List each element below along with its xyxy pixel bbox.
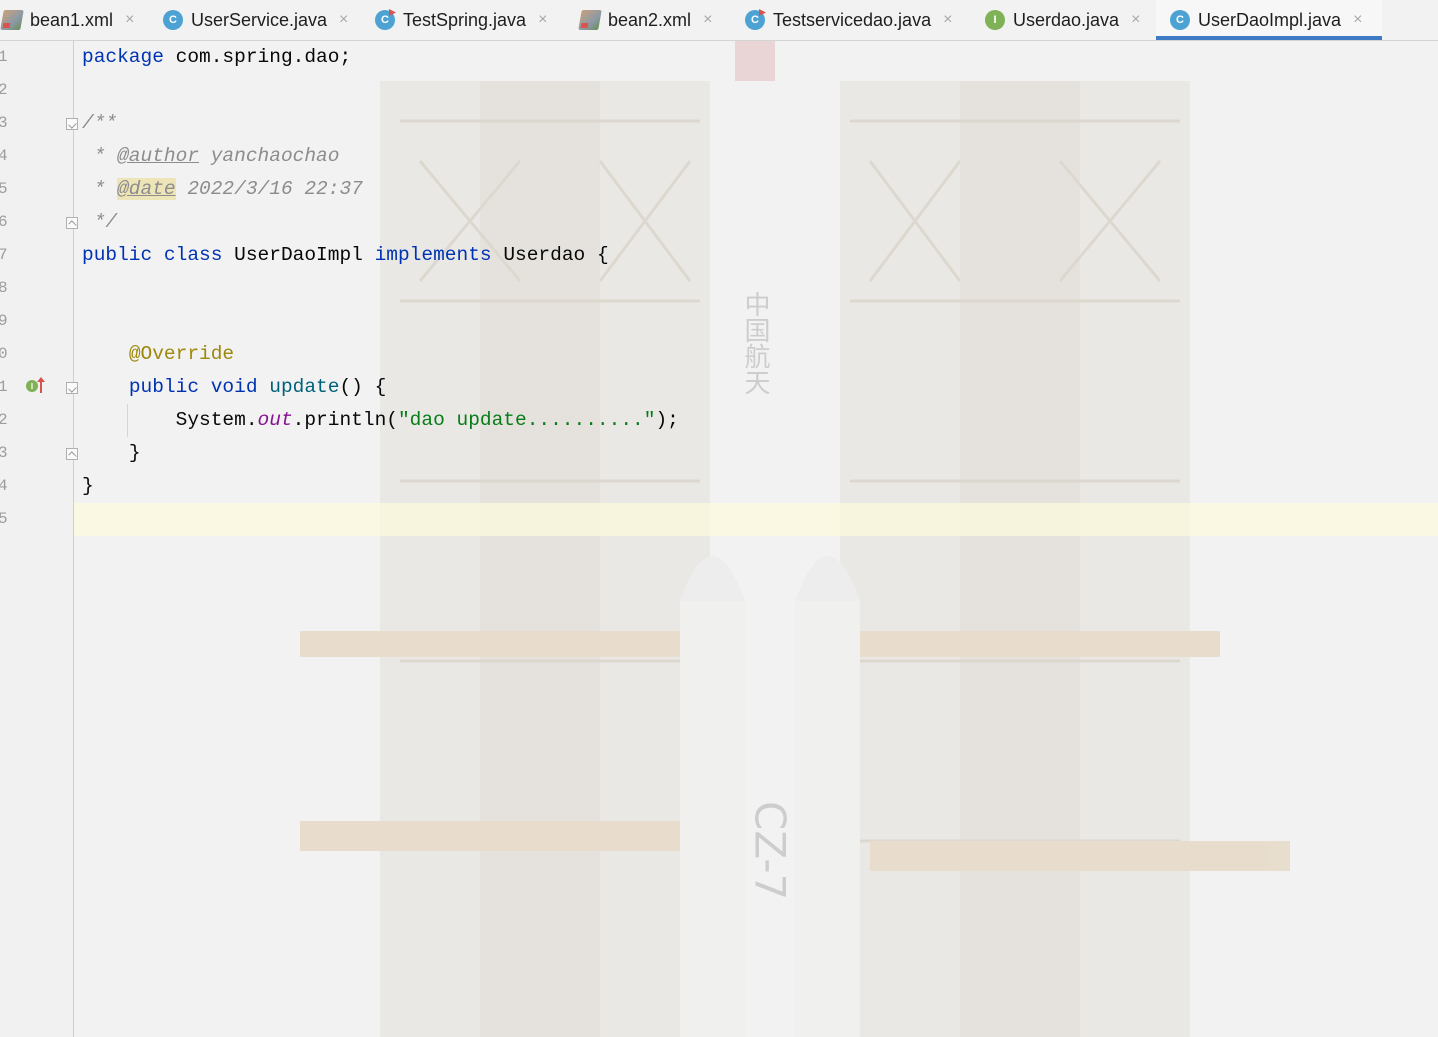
code-line-14: } [82, 470, 94, 503]
comment: * [82, 178, 118, 200]
java-class-icon: C [163, 10, 183, 30]
code-line-12: System.out.println("dao update..........… [82, 404, 679, 437]
comment: * [82, 145, 118, 167]
code-line-3: /** [82, 107, 117, 140]
line-number: 8 [0, 279, 8, 297]
line-number: 9 [0, 312, 8, 330]
code-line-1: package com.spring.dao; [82, 41, 351, 74]
line-number: 4 [0, 147, 8, 165]
java-class-run-icon: C [745, 10, 765, 30]
line-number: 3 [0, 444, 8, 462]
keyword: public [128, 376, 200, 398]
keyword: implements [374, 244, 492, 266]
interface-name: Userdao [503, 244, 586, 266]
line-number: 0 [0, 345, 8, 363]
static-field: out [257, 409, 293, 431]
comment: */ [82, 211, 118, 233]
tab-userdao-java[interactable]: I Userdao.java × [985, 0, 1140, 40]
code-line-13: } [82, 437, 141, 470]
tab-userservice-java[interactable]: C UserService.java × [163, 0, 348, 40]
keyword: public [82, 244, 153, 266]
line-number: 6 [0, 213, 8, 231]
tab-bean1-xml[interactable]: bean1.xml × [0, 0, 134, 40]
close-icon[interactable]: × [339, 11, 348, 29]
code-editor[interactable]: package com.spring.dao; /** * @author ya… [74, 41, 1438, 1037]
tab-testservicedao-java[interactable]: C Testservicedao.java × [745, 0, 952, 40]
close-icon[interactable]: × [125, 11, 134, 29]
keyword: package [82, 46, 164, 68]
xml-file-icon [0, 10, 24, 30]
code-text: com.spring.dao; [163, 46, 352, 68]
tab-label: Testservicedao.java [773, 9, 932, 30]
java-interface-icon: I [985, 10, 1005, 30]
xml-file-icon [578, 10, 602, 30]
close-icon[interactable]: × [703, 11, 712, 29]
code-line-7: public class UserDaoImpl implements User… [82, 239, 609, 272]
line-number: 4 [0, 477, 8, 495]
close-icon[interactable]: × [943, 11, 952, 29]
class-name: UserDaoImpl [234, 244, 363, 266]
tab-userdaoimpl-java[interactable]: C UserDaoImpl.java × [1156, 0, 1382, 40]
code-line-10: @Override [82, 338, 234, 371]
method-name: update [269, 376, 340, 398]
editor-tab-bar: bean1.xml × C UserService.java × C TestS… [0, 0, 1438, 41]
brace: { [596, 244, 609, 266]
line-number: 7 [0, 246, 8, 264]
tab-label: bean2.xml [608, 9, 692, 30]
close-icon[interactable]: × [538, 11, 547, 29]
comment: yanchaochao [199, 145, 340, 167]
javadoc-tag: @date [117, 178, 176, 200]
code-line-6: */ [82, 206, 117, 239]
close-icon[interactable]: × [1353, 11, 1362, 29]
javadoc-tag: @author [117, 145, 200, 167]
annotation: @Override [128, 343, 235, 365]
tab-label: UserService.java [191, 9, 328, 30]
line-number-gutter[interactable]: 1 2 3 4 5 6 7 8 9 0 1 2 3 4 5 I [0, 41, 78, 1037]
brace: } [82, 475, 94, 497]
java-class-run-icon: C [375, 10, 395, 30]
tab-bean2-xml[interactable]: bean2.xml × [578, 0, 712, 40]
tab-label: TestSpring.java [403, 9, 527, 30]
keyword: class [163, 244, 223, 266]
tab-label: UserDaoImpl.java [1198, 9, 1342, 30]
close-icon[interactable]: × [1131, 11, 1140, 29]
line-number: 2 [0, 81, 8, 99]
tab-testspring-java[interactable]: C TestSpring.java × [375, 0, 547, 40]
code-line-5: * @date 2022/3/16 22:37 [82, 173, 363, 206]
current-line-highlight [74, 503, 1438, 536]
code-line-11: public void update() { [82, 371, 386, 404]
line-number: 5 [0, 510, 8, 528]
tab-label: bean1.xml [30, 9, 114, 30]
line-number: 3 [0, 114, 8, 132]
line-number: 5 [0, 180, 8, 198]
line-number: 1 [0, 48, 8, 66]
brace: } [128, 442, 141, 464]
code-line-4: * @author yanchaochao [82, 140, 340, 173]
code-text: ); [655, 409, 679, 431]
code-text: System. [175, 409, 258, 431]
java-class-icon: C [1170, 10, 1190, 30]
code-text: () { [339, 376, 387, 398]
code-text: .println( [292, 409, 398, 431]
comment: /** [82, 112, 118, 134]
tab-label: Userdao.java [1013, 9, 1120, 30]
line-number: 1 [0, 378, 8, 396]
line-number: 2 [0, 411, 8, 429]
comment: 2022/3/16 22:37 [175, 178, 363, 200]
keyword: void [210, 376, 258, 398]
go-to-super-method-icon[interactable] [37, 377, 45, 393]
string-literal: "dao update.........." [397, 409, 656, 431]
